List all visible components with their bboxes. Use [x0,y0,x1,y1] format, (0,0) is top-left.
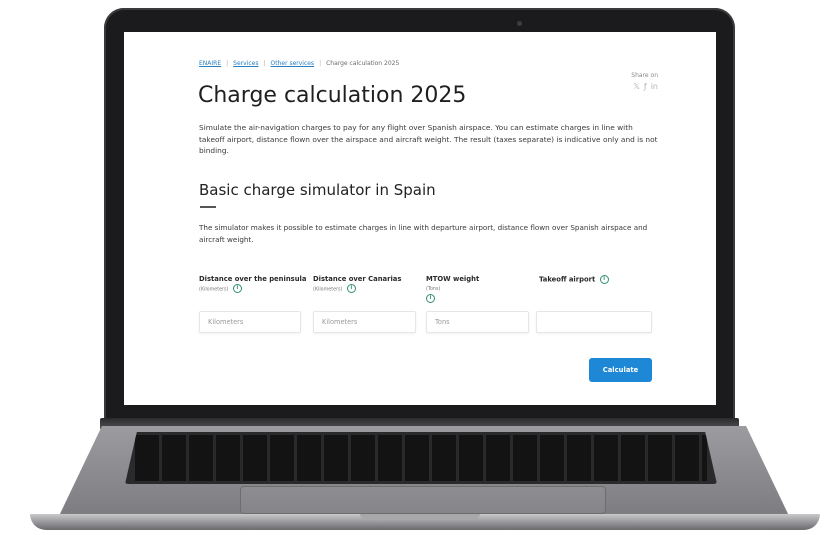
canarias-distance-label: Distance over Canarias (Kilometers) i [313,275,401,295]
info-icon[interactable]: i [599,275,609,284]
keyboard [125,432,717,484]
simulator-title: Basic charge simulator in Spain [199,181,436,199]
breadcrumb-current: Charge calculation 2025 [326,60,400,67]
breadcrumb-link-services[interactable]: Services [233,60,258,67]
page-title: Charge calculation 2025 [198,83,467,108]
mtow-weight-label: MTOW weight (Tons) i [426,275,486,304]
share-icons: 𝕏 ƒ in [631,83,658,91]
camera-icon [517,21,522,26]
screen: ENAIRE | Services | Other services | Cha… [124,32,716,405]
mtow-weight-label-text: MTOW weight [426,275,480,283]
laptop-mockup: ENAIRE | Services | Other services | Cha… [0,0,828,535]
canarias-distance-label-text: Distance over Canarias [313,275,402,283]
breadcrumb-separator: | [226,60,229,67]
simulator-description: The simulator makes it possible to estim… [199,223,648,244]
intro-text: Simulate the air-navigation charges to p… [199,123,658,155]
x-icon[interactable]: 𝕏 [633,83,639,91]
breadcrumb-separator: | [263,60,266,67]
info-icon[interactable]: i [346,284,356,293]
info-icon[interactable]: i [232,284,242,293]
peninsula-distance-input[interactable]: Kilometers [199,311,301,333]
mtow-weight-input[interactable]: Tons [426,311,529,333]
laptop-notch [360,514,480,519]
takeoff-airport-select[interactable] [536,311,652,333]
calculate-button[interactable]: Calculate [589,358,652,382]
section-divider [200,206,216,208]
peninsula-distance-unit: (Kilometers) [199,287,229,293]
info-icon[interactable]: i [426,294,435,303]
peninsula-distance-label-text: Distance over the peninsula [199,275,307,283]
share-label: Share on [631,72,658,79]
breadcrumb-link-enaire[interactable]: ENAIRE [199,60,221,67]
mtow-weight-placeholder: Tons [435,318,450,326]
canarias-distance-unit: (Kilometers) [313,287,343,293]
canarias-distance-placeholder: Kilometers [322,318,358,326]
touchpad [240,486,606,514]
breadcrumb: ENAIRE | Services | Other services | Cha… [199,60,399,67]
laptop: ENAIRE | Services | Other services | Cha… [0,0,828,535]
share-box: Share on 𝕏 ƒ in [631,72,658,91]
takeoff-airport-label-text: Takeoff airport [539,275,596,284]
keyboard-keys [135,435,707,481]
breadcrumb-separator: | [319,60,322,67]
breadcrumb-link-other-services[interactable]: Other services [271,60,315,67]
linkedin-icon[interactable]: in [651,83,658,91]
mtow-weight-unit: (Tons) [426,287,441,292]
peninsula-distance-placeholder: Kilometers [208,318,244,326]
canarias-distance-input[interactable]: Kilometers [313,311,416,333]
takeoff-airport-label: Takeoff airport i [539,275,609,285]
facebook-icon[interactable]: ƒ [644,83,647,91]
peninsula-distance-label: Distance over the peninsula (Kilometers)… [199,275,306,295]
